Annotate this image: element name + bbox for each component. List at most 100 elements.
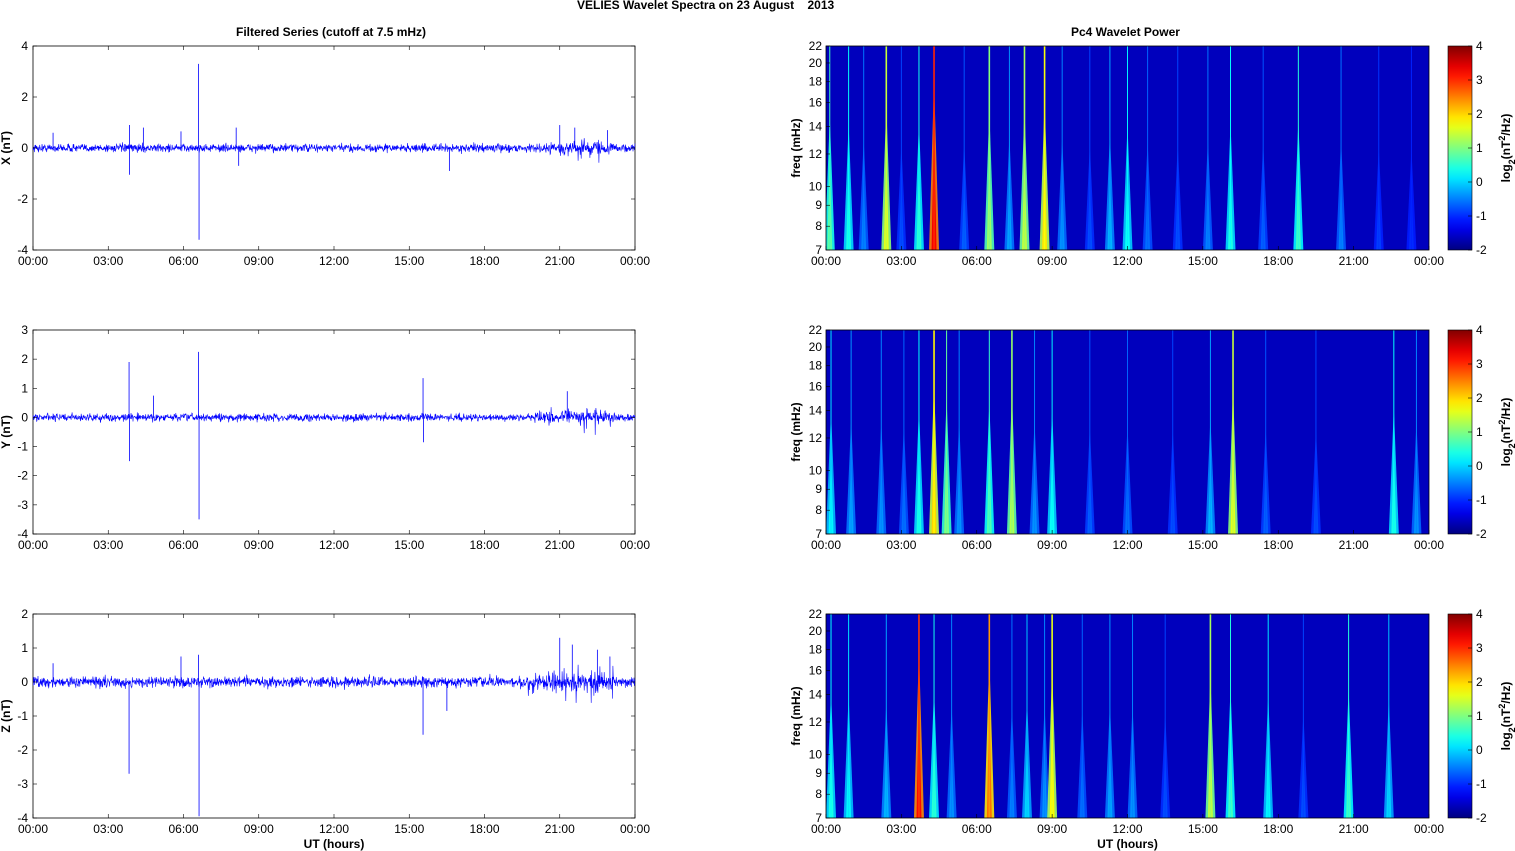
x-tick-label: 12:00 <box>319 822 349 836</box>
x-tick-label: 21:00 <box>1339 254 1369 268</box>
x-tick-label: 09:00 <box>244 254 274 268</box>
x-tick-label: 15:00 <box>1188 538 1218 552</box>
colorbar-label-part: log <box>1499 448 1513 466</box>
x-tick-label: 09:00 <box>244 822 274 836</box>
y-tick-label: -3 <box>17 777 28 791</box>
colorbar-label: log2(nT2/Hz) <box>1497 682 1515 751</box>
y-axis-label: Y (nT) <box>0 415 13 449</box>
colorbar-tick-label: 1 <box>1476 425 1483 439</box>
x-tick-label: 00:00 <box>1414 254 1444 268</box>
x-tick-label: 03:00 <box>886 254 916 268</box>
colorbar-tick-label: 3 <box>1476 641 1483 655</box>
colorbar-tick-label: -1 <box>1476 777 1487 791</box>
timeseries-panel-y <box>32 329 636 535</box>
colorbar-tick-label: 2 <box>1476 675 1483 689</box>
x-axis-label: UT (hours) <box>1097 837 1158 851</box>
x-tick-label: 00:00 <box>811 822 841 836</box>
x-axis-label: UT (hours) <box>304 837 365 851</box>
y-tick-label: 8 <box>815 787 822 801</box>
y-tick-label: 8 <box>815 503 822 517</box>
colorbar-tick-label: 2 <box>1476 391 1483 405</box>
x-tick-label: 00:00 <box>1414 822 1444 836</box>
x-tick-label: 21:00 <box>545 254 575 268</box>
y-tick-label: 22 <box>809 39 823 53</box>
colorbar-label-part: (nT <box>1499 708 1513 727</box>
y-axis-label: freq (mHz) <box>789 118 803 177</box>
x-tick-label: 21:00 <box>545 538 575 552</box>
colorbar-tick-label: 4 <box>1476 323 1483 337</box>
plot-area <box>32 329 636 535</box>
y-tick-label: 4 <box>21 39 28 53</box>
y-axis-label: X (nT) <box>0 131 13 165</box>
plot-area <box>32 613 636 819</box>
wavelet-panel-z: log2(nT2/Hz) <box>825 613 1515 819</box>
x-tick-label: 15:00 <box>394 538 424 552</box>
y-tick-label: 9 <box>815 198 822 212</box>
y-tick-label: 9 <box>815 766 822 780</box>
y-tick-label: 18 <box>809 643 823 657</box>
x-tick-label: 03:00 <box>93 822 123 836</box>
y-tick-label: 0 <box>21 675 28 689</box>
x-tick-label: 18:00 <box>1263 538 1293 552</box>
x-tick-label: 21:00 <box>545 822 575 836</box>
colorbar-tick-label: -2 <box>1476 527 1487 541</box>
colorbar-label-part: log <box>1499 164 1513 182</box>
y-tick-label: 0 <box>21 410 28 424</box>
y-tick-label: 2 <box>21 90 28 104</box>
y-tick-label: -1 <box>17 440 28 454</box>
x-tick-label: 00:00 <box>620 254 650 268</box>
colorbar-label: log2(nT2/Hz) <box>1497 398 1515 467</box>
timeseries-panel-z <box>32 613 636 819</box>
x-tick-label: 00:00 <box>620 538 650 552</box>
y-tick-label: 12 <box>809 147 823 161</box>
x-tick-label: 15:00 <box>394 822 424 836</box>
x-tick-label: 12:00 <box>319 254 349 268</box>
y-tick-label: 16 <box>809 96 823 110</box>
y-tick-label: 20 <box>809 56 823 70</box>
colorbar-tick-label: 4 <box>1476 39 1483 53</box>
colorbar-label: log2(nT2/Hz) <box>1497 114 1515 183</box>
x-tick-label: 15:00 <box>1188 254 1218 268</box>
y-tick-label: 12 <box>809 715 823 729</box>
y-tick-label: 22 <box>809 607 823 621</box>
x-tick-label: 06:00 <box>168 538 198 552</box>
colorbar-tick-label: 0 <box>1476 743 1483 757</box>
wavelet-panel-x: log2(nT2/Hz) <box>825 45 1515 251</box>
y-tick-label: 1 <box>21 641 28 655</box>
wavelet-panel-y: log2(nT2/Hz) <box>825 329 1515 535</box>
x-tick-label: 00:00 <box>620 822 650 836</box>
figure-canvas: -4-202400:00 03:00 06:00 09:00 12:00 15:00 18:… <box>0 39 1515 851</box>
y-tick-label: 10 <box>809 463 823 477</box>
y-tick-label: 3 <box>21 323 28 337</box>
colorbar-label-part: /Hz) <box>1499 114 1513 136</box>
x-tick-label: 21:00 <box>1339 822 1369 836</box>
x-tick-label: 06:00 <box>962 254 992 268</box>
y-tick-label: -1 <box>17 709 28 723</box>
y-tick-label: 2 <box>21 352 28 366</box>
y-tick-label: 8 <box>815 219 822 233</box>
y-axis-label: Z (nT) <box>0 699 13 732</box>
colorbar-tick-label: 1 <box>1476 141 1483 155</box>
y-axis-label: freq (mHz) <box>789 402 803 461</box>
x-tick-label: 18:00 <box>1263 822 1293 836</box>
y-tick-label: -3 <box>17 498 28 512</box>
colorbar-label-part: /Hz) <box>1499 682 1513 704</box>
x-tick-label: 00:00 <box>18 254 48 268</box>
y-tick-label: 16 <box>809 664 823 678</box>
timeseries-panel-x <box>32 45 636 251</box>
x-tick-label: 21:00 <box>1339 538 1369 552</box>
x-tick-label: 09:00 <box>1037 538 1067 552</box>
x-tick-label: 00:00 <box>811 538 841 552</box>
y-tick-label: 18 <box>809 75 823 89</box>
colorbar-tick-label: -2 <box>1476 811 1487 825</box>
x-tick-label: 03:00 <box>93 254 123 268</box>
colorbar-label-part: /Hz) <box>1499 398 1513 420</box>
y-tick-label: 2 <box>21 607 28 621</box>
colorbar-tick-label: -1 <box>1476 493 1487 507</box>
x-tick-label: 03:00 <box>886 538 916 552</box>
y-axis-label: freq (mHz) <box>789 686 803 745</box>
colorbar-tick-label: -1 <box>1476 209 1487 223</box>
colorbar-label-part: log <box>1499 732 1513 750</box>
y-tick-label: -2 <box>17 469 28 483</box>
x-tick-label: 00:00 <box>18 538 48 552</box>
